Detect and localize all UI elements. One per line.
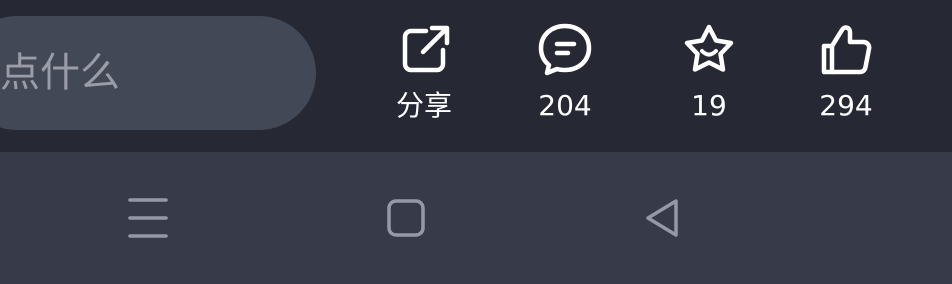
- share-button[interactable]: 分享: [374, 22, 474, 132]
- share-icon: [402, 25, 450, 73]
- like-button[interactable]: 294: [796, 22, 896, 132]
- thumbs-up-icon: [821, 25, 872, 75]
- star-icon: [684, 24, 734, 72]
- favorite-button[interactable]: 19: [659, 22, 759, 132]
- bottom-action-bar: 说点什么 分享 204 19 294: [0, 0, 952, 152]
- home-square-icon[interactable]: [378, 192, 434, 244]
- back-triangle-icon[interactable]: [636, 192, 692, 244]
- comment-placeholder: 说点什么: [0, 50, 120, 96]
- menu-icon[interactable]: [120, 192, 176, 244]
- comment-count: 204: [538, 89, 592, 122]
- comment-button[interactable]: 204: [515, 22, 615, 132]
- like-count: 294: [819, 89, 873, 122]
- system-navigation-bar: [0, 152, 952, 284]
- favorite-count: 19: [691, 89, 727, 122]
- comment-icon: [538, 23, 592, 76]
- comment-input[interactable]: 说点什么: [0, 16, 316, 130]
- share-label: 分享: [395, 89, 452, 122]
